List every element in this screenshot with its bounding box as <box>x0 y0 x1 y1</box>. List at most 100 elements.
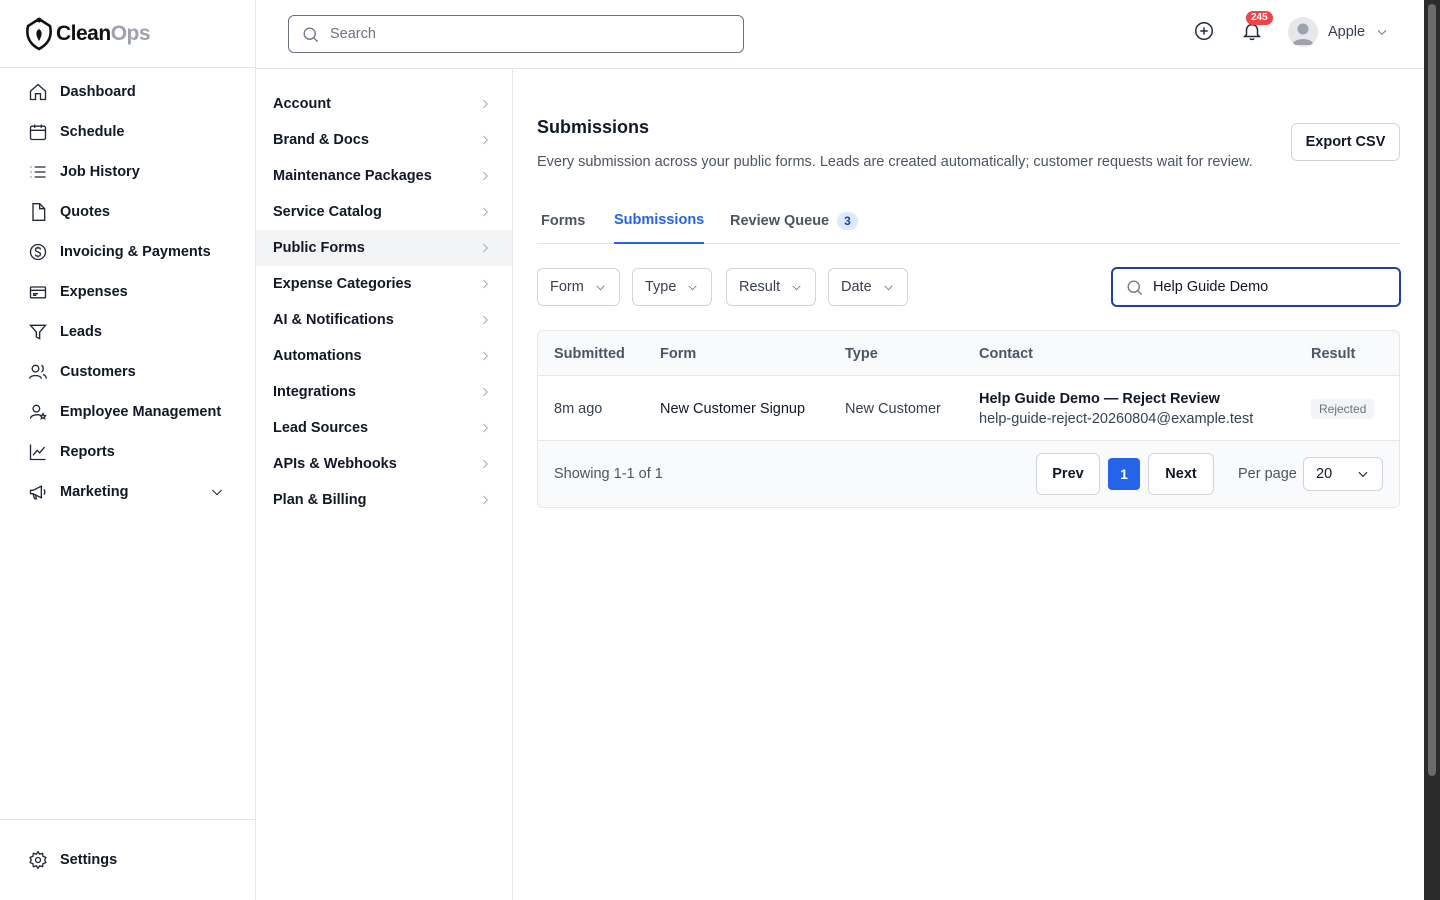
prev-page-button[interactable]: Prev <box>1036 453 1100 495</box>
column-header-type[interactable]: Type <box>845 331 878 376</box>
sidebar-item-employee-management[interactable]: Employee Management <box>0 392 255 432</box>
submissions-search-input[interactable] <box>1153 279 1393 295</box>
chevron-down-icon <box>1377 29 1387 35</box>
subnav-item-maintenance-packages[interactable]: Maintenance Packages <box>256 158 512 194</box>
sidebar-item-reports[interactable]: Reports <box>0 432 255 472</box>
sidebar-item-customers[interactable]: Customers <box>0 352 255 392</box>
page-scrollbar[interactable] <box>1424 0 1440 900</box>
subnav-item-label: Maintenance Packages <box>273 168 432 184</box>
sidebar-item-expenses[interactable]: Expenses <box>0 272 255 312</box>
users-icon <box>29 364 47 379</box>
home-icon <box>29 83 47 101</box>
chevron-right-icon <box>482 423 488 433</box>
column-header-contact[interactable]: Contact <box>979 331 1033 376</box>
tab-label: Forms <box>541 212 586 229</box>
create-button[interactable] <box>1193 20 1217 44</box>
subnav-item-label: Integrations <box>273 384 356 400</box>
subnav-item-label: Brand & Docs <box>273 132 369 148</box>
table-row[interactable]: 8m ago New Customer Signup New Customer … <box>538 376 1399 441</box>
chevron-right-icon <box>482 315 488 325</box>
sidebar-item-label: Expenses <box>60 284 128 300</box>
global-search[interactable] <box>288 15 744 53</box>
filter-form-dropdown[interactable]: Form <box>537 268 620 306</box>
tab-submissions[interactable]: Submissions <box>614 197 705 244</box>
filter-result-dropdown[interactable]: Result <box>726 268 817 306</box>
submissions-search[interactable] <box>1111 267 1401 307</box>
export-csv-button[interactable]: Export CSV <box>1291 123 1400 161</box>
sidebar-item-marketing[interactable]: Marketing <box>0 472 255 512</box>
chevron-right-icon <box>482 171 488 181</box>
tab-forms[interactable]: Forms <box>541 197 585 244</box>
subnav-item-ai-notifications[interactable]: AI & Notifications <box>256 302 512 338</box>
chevron-right-icon <box>482 279 488 289</box>
chevron-down-icon <box>792 285 801 290</box>
subnav-item-label: Lead Sources <box>273 420 369 436</box>
per-page-value: 20 <box>1316 466 1333 482</box>
chevron-right-icon <box>482 387 488 397</box>
subnav-item-public-forms[interactable]: Public Forms <box>256 230 512 266</box>
submissions-table: Submitted Form Type Contact Result 8m ag… <box>537 330 1400 508</box>
sidebar-item-leads[interactable]: Leads <box>0 312 255 352</box>
main-sidebar: CleanOps Dashboard Schedule Job History … <box>0 0 256 900</box>
sidebar-item-invoicing[interactable]: Invoicing & Payments <box>0 232 255 272</box>
subnav-item-brand-docs[interactable]: Brand & Docs <box>256 122 512 158</box>
tab-bar: Forms Submissions Review Queue 3 <box>537 197 1400 244</box>
filter-label: Date <box>841 279 872 295</box>
next-page-button[interactable]: Next <box>1148 453 1214 495</box>
sidebar-item-settings[interactable]: Settings <box>0 819 255 900</box>
table-footer: Showing 1-1 of 1 Prev 1 Next Per page 20 <box>538 441 1399 507</box>
chevron-down-icon[interactable] <box>209 484 225 500</box>
sidebar-item-label: Reports <box>60 444 115 460</box>
filter-type-dropdown[interactable]: Type <box>632 268 713 306</box>
sidebar-item-label: Dashboard <box>60 84 136 100</box>
settings-subnav: Account Brand & Docs Maintenance Package… <box>256 69 513 900</box>
document-icon <box>32 203 46 221</box>
user-menu[interactable]: Apple <box>1288 17 1389 47</box>
subnav-item-integrations[interactable]: Integrations <box>256 374 512 410</box>
review-queue-count-badge: 3 <box>837 211 858 230</box>
chart-icon <box>29 444 46 461</box>
search-input[interactable] <box>330 26 710 42</box>
subnav-item-automations[interactable]: Automations <box>256 338 512 374</box>
primary-nav: Dashboard Schedule Job History Quotes In… <box>0 68 255 512</box>
column-header-result[interactable]: Result <box>1311 331 1355 376</box>
brand-name-secondary: Ops <box>110 21 151 45</box>
avatar <box>1288 17 1318 47</box>
sidebar-item-dashboard[interactable]: Dashboard <box>0 72 255 112</box>
sidebar-item-label: Job History <box>60 164 140 180</box>
sidebar-item-quotes[interactable]: Quotes <box>0 192 255 232</box>
filter-date-dropdown[interactable]: Date <box>828 268 908 306</box>
subnav-item-apis-webhooks[interactable]: APIs & Webhooks <box>256 446 512 482</box>
column-header-form[interactable]: Form <box>660 331 696 376</box>
tab-review-queue[interactable]: Review Queue 3 <box>730 197 858 244</box>
subnav-item-plan-billing[interactable]: Plan & Billing <box>256 482 512 518</box>
per-page-label: Per page <box>1238 466 1297 482</box>
tab-label: Submissions <box>614 211 705 228</box>
subnav-item-label: Account <box>273 96 331 112</box>
sidebar-item-schedule[interactable]: Schedule <box>0 112 255 152</box>
chevron-down-icon <box>596 285 605 290</box>
column-header-submitted[interactable]: Submitted <box>554 331 625 376</box>
subnav-item-account[interactable]: Account <box>256 86 512 122</box>
per-page-select[interactable]: 20 <box>1303 457 1383 491</box>
search-icon <box>1127 280 1143 295</box>
subnav-item-lead-sources[interactable]: Lead Sources <box>256 410 512 446</box>
subnav-item-label: APIs & Webhooks <box>273 456 397 472</box>
subnav-item-expense-categories[interactable]: Expense Categories <box>256 266 512 302</box>
sidebar-item-label: Customers <box>60 364 136 380</box>
subnav-item-label: Service Catalog <box>273 204 382 220</box>
brand-logo[interactable]: CleanOps <box>0 0 255 68</box>
page-number-current[interactable]: 1 <box>1108 458 1140 490</box>
subnav-item-service-catalog[interactable]: Service Catalog <box>256 194 512 230</box>
cell-contact: Help Guide Demo — Reject Review help-gui… <box>979 376 1253 441</box>
cell-type: New Customer <box>845 400 941 417</box>
chevron-right-icon <box>482 495 488 505</box>
subnav-item-label: Plan & Billing <box>273 492 367 508</box>
subnav-item-label: Public Forms <box>273 240 365 256</box>
scrollbar-thumb[interactable] <box>1428 4 1436 776</box>
sidebar-item-label: Invoicing & Payments <box>60 244 211 260</box>
page-description: Every submission across your public form… <box>537 154 1253 170</box>
sidebar-item-label: Leads <box>60 324 102 340</box>
main-content: Submissions Every submission across your… <box>513 69 1424 900</box>
sidebar-item-job-history[interactable]: Job History <box>0 152 255 192</box>
